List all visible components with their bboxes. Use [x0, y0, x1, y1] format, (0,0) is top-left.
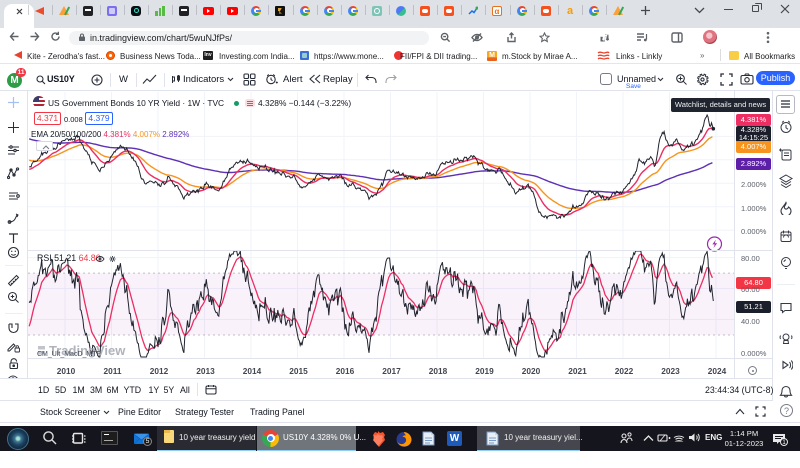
svg-text:CM_Ult_MacD_MTF: CM_Ult_MacD_MTF: [37, 351, 101, 358]
